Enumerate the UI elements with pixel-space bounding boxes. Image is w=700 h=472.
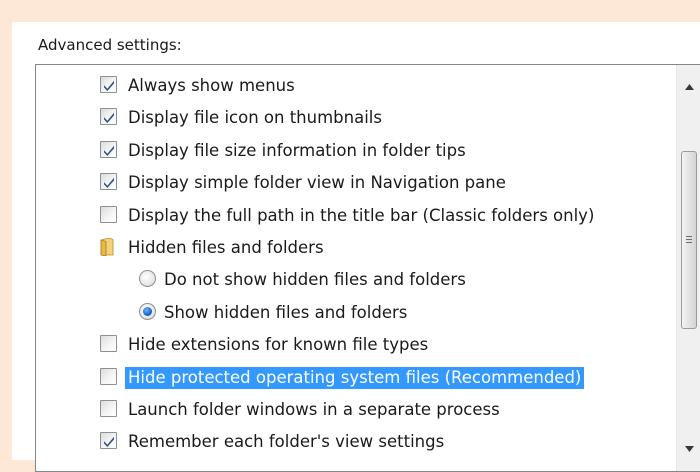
setting-checkbox-row[interactable]: Launch folder windows in a separate proc… xyxy=(36,394,676,426)
setting-checkbox-row[interactable]: Remember each folder's view settings xyxy=(36,426,676,458)
check-mark-icon xyxy=(104,437,114,448)
check-mark-icon xyxy=(104,145,114,156)
unchecked-checkbox[interactable] xyxy=(100,400,117,417)
scroll-down-button[interactable] xyxy=(677,437,700,461)
settings-group-header: Hidden files and folders xyxy=(36,232,676,264)
setting-label: Display file size information in folder … xyxy=(128,140,466,160)
radio-button[interactable] xyxy=(139,270,156,288)
setting-checkbox-row[interactable]: Display simple folder view in Navigation… xyxy=(36,167,676,199)
checked-checkbox[interactable] xyxy=(100,140,117,158)
setting-checkbox-row[interactable]: Hide extensions for known file types xyxy=(36,329,676,361)
scroll-up-arrow-icon xyxy=(684,84,694,90)
setting-checkbox-row[interactable]: Display file icon on thumbnails xyxy=(36,102,676,134)
scroll-down-arrow-icon xyxy=(684,446,694,452)
checked-checkbox[interactable] xyxy=(100,76,117,93)
check-mark-icon xyxy=(104,80,114,91)
settings-list: Always show menus Display file icon on th… xyxy=(36,65,676,471)
advanced-settings-listbox[interactable]: Always show menus Display file icon on th… xyxy=(35,64,700,472)
scroll-thumb[interactable] xyxy=(681,151,697,329)
grip-icon xyxy=(686,236,692,245)
setting-checkbox-row[interactable]: Hide protected operating system files (R… xyxy=(36,362,676,394)
vertical-scrollbar[interactable] xyxy=(676,65,700,471)
unchecked-checkbox[interactable] xyxy=(100,367,117,385)
setting-label: Hidden files and folders xyxy=(128,238,324,257)
folder-icon xyxy=(100,237,114,257)
setting-radio-row[interactable]: Show hidden files and folders xyxy=(36,297,676,329)
unchecked-checkbox[interactable] xyxy=(100,335,117,353)
setting-radio-row[interactable]: Do not show hidden files and folders xyxy=(36,264,676,296)
setting-label: Display file icon on thumbnails xyxy=(128,108,382,128)
scroll-up-button[interactable] xyxy=(677,75,700,99)
check-mark-icon xyxy=(104,113,114,124)
setting-label: Launch folder windows in a separate proc… xyxy=(128,400,500,419)
advanced-settings-panel: Advanced settings: Always show menus Disp… xyxy=(12,22,700,472)
unchecked-checkbox[interactable] xyxy=(100,205,117,223)
setting-label: Hide extensions for known file types xyxy=(128,335,429,355)
setting-label: Display simple folder view in Navigation… xyxy=(128,173,506,193)
setting-checkbox-row[interactable]: Display file size information in folder … xyxy=(36,135,676,167)
setting-label: Show hidden files and folders xyxy=(164,302,408,322)
setting-label: Display the full path in the title bar (… xyxy=(128,205,595,225)
setting-label: Hide protected operating system files (R… xyxy=(125,366,585,389)
setting-label: Do not show hidden files and folders xyxy=(164,270,466,290)
check-mark-icon xyxy=(104,177,114,189)
setting-checkbox-row[interactable]: Always show menus xyxy=(36,70,676,102)
checked-checkbox[interactable] xyxy=(100,173,117,191)
selected-radio-button[interactable] xyxy=(139,302,156,320)
setting-label: Always show menus xyxy=(128,76,295,95)
advanced-settings-label: Advanced settings: xyxy=(38,36,182,54)
checked-checkbox[interactable] xyxy=(100,432,117,450)
setting-checkbox-row[interactable]: Display the full path in the title bar (… xyxy=(36,200,676,232)
checked-checkbox[interactable] xyxy=(100,108,117,126)
setting-label: Remember each folder's view settings xyxy=(128,432,445,452)
